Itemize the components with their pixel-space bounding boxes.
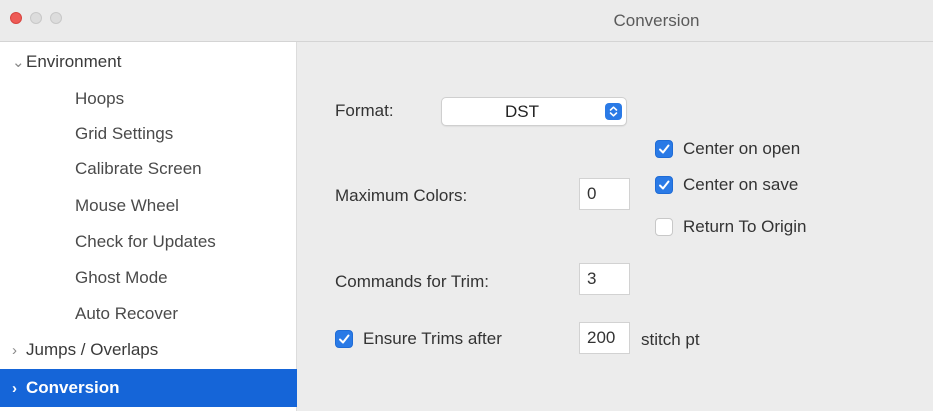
- sidebar-item-calibrate-screen[interactable]: Calibrate Screen: [0, 152, 297, 186]
- center-on-save-label: Center on save: [683, 175, 799, 194]
- conversion-settings-panel: Format: DST Center on open Maximum Color…: [298, 42, 933, 411]
- sidebar-item-label: Ghost Mode: [75, 268, 168, 287]
- sidebar-item-label: Environment: [26, 52, 122, 71]
- chevron-down-icon[interactable]: ⌄: [12, 46, 26, 80]
- return-to-origin-checkbox[interactable]: [655, 218, 673, 236]
- return-to-origin-label: Return To Origin: [683, 217, 807, 236]
- sidebar-item-jumps-overlaps[interactable]: › Jumps / Overlaps: [0, 333, 297, 367]
- ensure-trims-checkbox[interactable]: [335, 330, 353, 348]
- format-label: Format:: [335, 101, 394, 120]
- sidebar-item-label: Grid Settings: [75, 124, 174, 143]
- center-on-open-label: Center on open: [683, 139, 801, 158]
- sidebar-item-ghost-mode[interactable]: Ghost Mode: [0, 261, 297, 295]
- ensure-trims-unit: stitch pt: [641, 330, 700, 349]
- sidebar-item-hoops[interactable]: Hoops: [0, 82, 297, 116]
- maximum-colors-label: Maximum Colors:: [335, 186, 468, 205]
- maximum-colors-field[interactable]: 0: [579, 178, 630, 210]
- sidebar-item-label: Auto Recover: [75, 304, 178, 323]
- format-popup-button[interactable]: DST: [441, 97, 627, 126]
- sidebar-item-auto-recover[interactable]: Auto Recover: [0, 297, 297, 331]
- sidebar-item-label: Check for Updates: [75, 232, 216, 251]
- sidebar-item-environment[interactable]: ⌄Environment: [0, 45, 297, 79]
- title-bar: Conversion: [0, 0, 933, 42]
- preferences-sidebar: ⌄Environment Hoops Grid Settings Calibra…: [0, 42, 297, 411]
- sidebar-item-label: Jumps / Overlaps: [26, 340, 159, 359]
- commands-for-trim-label: Commands for Trim:: [335, 272, 489, 291]
- sidebar-item-conversion[interactable]: › Conversion: [0, 369, 297, 407]
- ensure-trims-field[interactable]: 200: [579, 322, 630, 354]
- commands-for-trim-field[interactable]: 3: [579, 263, 630, 295]
- sidebar-item-label: Conversion: [26, 378, 120, 397]
- sidebar-item-label: Hoops: [75, 89, 125, 108]
- format-selected-value: DST: [505, 102, 539, 121]
- sidebar-item-grid-settings[interactable]: Grid Settings: [0, 117, 297, 151]
- popup-arrows-icon[interactable]: [605, 103, 622, 120]
- sidebar-item-label: Calibrate Screen: [75, 159, 202, 178]
- chevron-right-icon[interactable]: ›: [12, 370, 26, 408]
- ensure-trims-label: Ensure Trims after: [363, 329, 502, 348]
- center-on-save-checkbox[interactable]: [655, 176, 673, 194]
- center-on-open-checkbox[interactable]: [655, 140, 673, 158]
- preferences-window: Conversion ⌄Environment Hoops Grid Setti…: [0, 0, 933, 411]
- sidebar-item-check-for-updates[interactable]: Check for Updates: [0, 225, 297, 259]
- sidebar-item-mouse-wheel[interactable]: Mouse Wheel: [0, 189, 297, 223]
- chevron-right-icon[interactable]: ›: [12, 334, 26, 368]
- window-title: Conversion: [613, 11, 700, 30]
- sidebar-item-label: Mouse Wheel: [75, 196, 179, 215]
